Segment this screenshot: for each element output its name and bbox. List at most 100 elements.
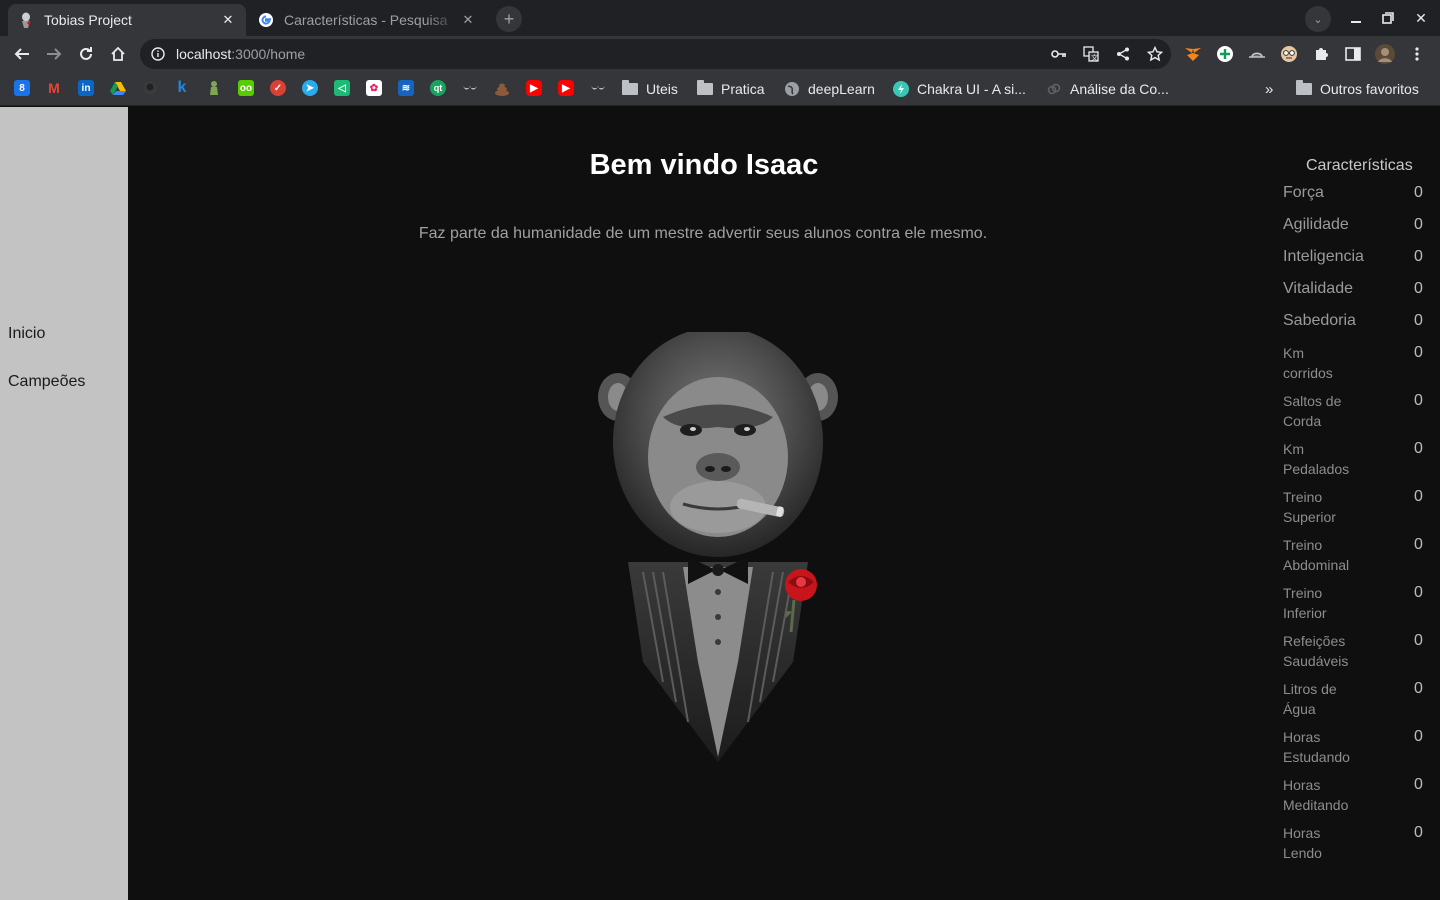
telegram-bookmark-icon[interactable]: ➤	[302, 80, 318, 96]
stat-label: Agilidade	[1283, 216, 1349, 233]
stat-label-line: Horas	[1283, 729, 1321, 745]
stat-value: 0	[1414, 344, 1423, 361]
stat-label-line: Inferior	[1283, 605, 1327, 621]
back-icon[interactable]	[10, 42, 34, 66]
reload-icon[interactable]	[74, 42, 98, 66]
stat-label: Km corridos	[1283, 343, 1363, 383]
stat-value: 0	[1414, 776, 1423, 793]
face-extension-icon[interactable]	[1279, 44, 1299, 64]
flower-app-bookmark-icon[interactable]: ✿	[366, 80, 382, 96]
duolingo-bookmark-icon[interactable]: oo	[238, 80, 254, 96]
stat-label-line: Treino	[1283, 537, 1323, 553]
stat-label-line: Superior	[1283, 509, 1336, 525]
sidebar-item-inicio[interactable]: Inicio	[8, 325, 45, 343]
close-window-icon[interactable]: ✕	[1411, 8, 1431, 28]
close-tab-icon[interactable]: ✕	[220, 12, 236, 28]
bookmark-folder-pratica[interactable]: Pratica	[697, 79, 765, 99]
stat-label: Horas Lendo	[1283, 823, 1363, 863]
stat-value: 0	[1414, 632, 1423, 649]
sidebar-item-campeoes[interactable]: Campeões	[8, 373, 85, 391]
link-icon	[1046, 81, 1062, 97]
chakra-logo-icon	[893, 81, 909, 97]
tab-caracteristicas-pesquisa[interactable]: Características - Pesquisa ✕	[248, 4, 486, 36]
minimize-icon[interactable]	[1346, 8, 1366, 28]
sidebar: Inicio Campeões	[0, 107, 128, 900]
calendar-bookmark-icon[interactable]: 8	[14, 80, 30, 96]
bookmark-analise[interactable]: Análise da Co...	[1046, 79, 1169, 99]
restore-icon[interactable]	[1378, 8, 1398, 28]
k-bookmark-icon[interactable]: k	[174, 79, 190, 96]
chess-bookmark-icon[interactable]	[206, 80, 222, 96]
poop-bookmark-icon[interactable]	[494, 80, 510, 96]
stat-value: 0	[1414, 440, 1423, 457]
password-key-icon[interactable]	[1049, 44, 1069, 64]
bookmark-folder-outros-favoritos[interactable]: Outros favoritos	[1296, 79, 1419, 99]
metamask-icon[interactable]	[1183, 44, 1203, 64]
side-panel-icon[interactable]	[1343, 44, 1363, 64]
linkedin-bookmark-icon[interactable]: in	[78, 80, 94, 96]
stat-value: 0	[1414, 584, 1423, 601]
stat-label-line: Km	[1283, 345, 1304, 361]
mustache-bookmark-icon[interactable]	[462, 80, 478, 96]
stat-label: Treino Superior	[1283, 487, 1363, 527]
stat-value: 0	[1414, 680, 1423, 697]
gmail-bookmark-icon[interactable]: M	[46, 80, 62, 96]
green-app-bookmark-icon[interactable]: ◁	[334, 80, 350, 96]
blue-app-bookmark-icon[interactable]: ≋	[398, 80, 414, 96]
github-bookmark-icon[interactable]	[142, 80, 158, 96]
home-icon[interactable]	[106, 42, 130, 66]
site-info-icon[interactable]	[140, 47, 176, 61]
bookmark-star-icon[interactable]	[1145, 44, 1165, 64]
close-tab-icon[interactable]: ✕	[460, 12, 476, 28]
stat-label-line: Meditando	[1283, 797, 1349, 813]
tab-search-button[interactable]: ⌄	[1305, 6, 1331, 32]
bookmark-chakra-ui[interactable]: Chakra UI - A si...	[893, 79, 1026, 99]
tab-strip: Tobias Project ✕ Características - Pesqu…	[0, 0, 1440, 36]
forward-icon[interactable]	[42, 42, 66, 66]
stat-label-line: Água	[1283, 701, 1316, 717]
hat-extension-icon[interactable]	[1247, 44, 1267, 64]
add-extension-icon[interactable]	[1215, 44, 1235, 64]
stat-label-line: Estudando	[1283, 749, 1350, 765]
stat-value: 0	[1414, 488, 1423, 505]
stat-label: Km Pedalados	[1283, 439, 1363, 479]
bookmark-deeplearn[interactable]: deepLearn	[784, 79, 875, 99]
share-icon[interactable]	[1113, 44, 1133, 64]
youtube-bookmark-icon[interactable]: ▶	[526, 80, 542, 96]
mustache-2-bookmark-icon[interactable]	[590, 80, 606, 96]
drive-bookmark-icon[interactable]	[110, 80, 126, 96]
stat-label-line: Km	[1283, 441, 1304, 457]
youtube-2-bookmark-icon[interactable]: ▶	[558, 80, 574, 96]
stat-label-line: Litros de	[1283, 681, 1337, 697]
stat-label-line: Saltos de	[1283, 393, 1342, 409]
url-text: localhost:3000/home	[176, 46, 306, 62]
todoist-bookmark-icon[interactable]: ✓	[270, 80, 286, 96]
translate-icon[interactable]: 文	[1081, 44, 1101, 64]
stats-title: Características	[1306, 157, 1413, 174]
tobias-favicon-icon	[18, 12, 34, 28]
more-menu-icon[interactable]	[1407, 44, 1427, 64]
stat-label: Horas Estudando	[1283, 727, 1363, 767]
extensions-puzzle-icon[interactable]	[1311, 44, 1331, 64]
qt-bookmark-icon[interactable]: qt	[430, 80, 446, 96]
stat-label: Treino Inferior	[1283, 583, 1363, 623]
stat-label-line: Treino	[1283, 489, 1323, 505]
stat-label: Refeições Saudáveis	[1283, 631, 1363, 671]
tab-tobias-project[interactable]: Tobias Project ✕	[8, 4, 246, 36]
google-favicon-icon	[258, 12, 274, 28]
new-tab-button[interactable]: +	[496, 6, 522, 32]
bookmark-folder-uteis[interactable]: Uteis	[622, 79, 678, 99]
tab-title: Características - Pesquisa	[284, 12, 448, 28]
stat-value: 0	[1414, 728, 1423, 745]
stat-label: Litros de Água	[1283, 679, 1363, 719]
profile-avatar[interactable]	[1375, 44, 1395, 64]
folder-icon	[622, 80, 638, 97]
stat-label-line: Corda	[1283, 413, 1322, 429]
address-bar[interactable]: localhost:3000/home 文	[140, 39, 1171, 69]
stat-label: Força	[1283, 184, 1324, 201]
bookmarks-bar: 8 M in k oo ✓ ➤ ◁ ✿ ≋ qt ▶ ▶ Uteis Prati…	[0, 72, 1440, 106]
bookmarks-overflow-button[interactable]: »	[1265, 79, 1273, 99]
stat-label: Inteligencia	[1283, 248, 1364, 265]
svg-text:文: 文	[1091, 53, 1098, 62]
globe-icon	[784, 81, 800, 97]
